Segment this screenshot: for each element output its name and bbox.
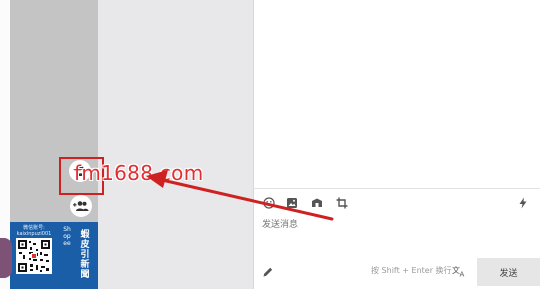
message-input[interactable] <box>262 217 522 257</box>
composer-footer: 按 Shift + Enter 换行 文A 发送 <box>254 255 540 289</box>
qr-code <box>16 238 52 274</box>
image-icon[interactable] <box>285 196 299 210</box>
composer-toolbar <box>254 188 540 217</box>
conversation-list-panel <box>98 0 254 289</box>
svg-text:A: A <box>460 271 465 278</box>
avatar <box>0 238 12 278</box>
promo-banner: 微信账号: kaixinpuzi001 Shopee 蝦皮引新聞 <box>10 222 98 289</box>
add-group-icon <box>73 201 89 211</box>
lightning-icon[interactable] <box>516 196 530 210</box>
edit-icon[interactable] <box>262 263 276 277</box>
watermark: fm1688.com <box>74 161 204 185</box>
promo-vertical-slogan: 蝦皮引新聞 <box>80 230 90 280</box>
translate-icon[interactable]: 文A <box>452 262 466 279</box>
crop-icon[interactable] <box>335 196 349 210</box>
promo-account-label: 微信账号: kaixinpuzi001 <box>14 225 54 237</box>
promo-account-id: kaixinpuzi001 <box>16 231 52 237</box>
product-icon[interactable] <box>310 196 324 210</box>
send-button[interactable]: 发送 <box>477 258 540 286</box>
add-group-button[interactable] <box>70 195 92 217</box>
newline-hint: 按 Shift + Enter 换行 <box>371 266 452 275</box>
emoji-icon[interactable] <box>262 196 276 210</box>
promo-vertical-brand: Shopee <box>63 226 71 247</box>
